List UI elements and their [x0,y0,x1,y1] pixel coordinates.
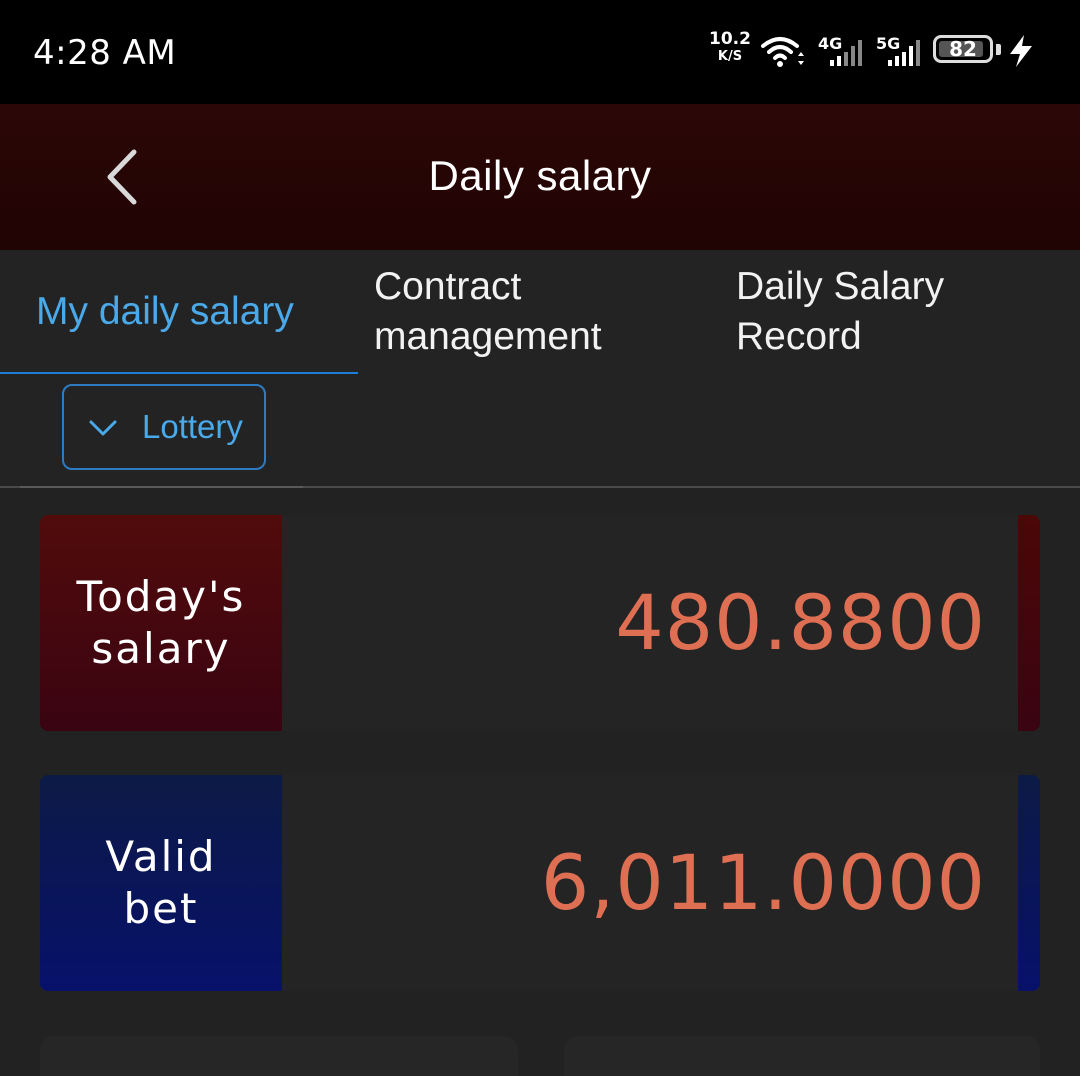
valid-bet-card: Valid bet 6,011.0000 [40,775,1040,991]
tab-label-line2: management [374,315,602,358]
chevron-down-icon [89,420,117,436]
network-speed: 10.2 K/S [708,31,752,65]
signal-4g-icon: 4G [818,34,862,66]
status-bar: 4:28 AM 10.2 K/S 4G 5G 82 [0,0,1080,104]
todays-salary-card: Today's salary 480.8800 [40,515,1040,731]
dropdown-selected-label: Lottery [142,408,243,445]
valid-bet-value: 6,011.0000 [540,838,986,927]
todays-salary-value: 480.8800 [615,578,986,667]
battery-level: 82 [949,37,977,61]
category-dropdown[interactable]: Lottery [62,384,266,470]
card-label-line1: Today's [76,572,246,621]
card-label: Valid bet [56,831,266,935]
tab-label-line2: Record [736,315,862,358]
card-label-box: Today's salary [40,515,282,731]
charging-icon [1010,35,1032,67]
tab-label: My daily salary [36,290,294,333]
signal-5g-icon: 5G [876,34,920,66]
tab-label-line1: Daily Salary [736,265,945,308]
network-speed-unit: K/S [717,49,743,64]
page-title: Daily salary [428,152,652,199]
app-header: Daily salary [0,104,1080,250]
card-label-line1: Valid [105,832,217,881]
network-speed-value: 10.2 [709,29,751,49]
signal-4g-label: 4G [818,34,842,53]
card-label: Today's salary [56,571,266,675]
filter-underline [20,486,303,488]
battery-icon: 82 [933,35,993,63]
filter-row: Lottery [0,374,1080,488]
battery-tip [996,44,1001,55]
bottom-card-right [564,1036,1040,1076]
tab-my-daily-salary[interactable]: My daily salary [0,250,358,376]
status-time: 4:28 AM [33,33,177,73]
card-label-box: Valid bet [40,775,282,991]
tab-contract-management[interactable]: Contract management [374,250,704,374]
bottom-card-left [40,1036,518,1076]
signal-5g-label: 5G [876,34,900,53]
tab-daily-salary-record[interactable]: Daily Salary Record [736,250,1066,374]
card-edge [1018,515,1040,731]
card-label-line2: salary [91,624,231,673]
card-edge [1018,775,1040,991]
card-label-line2: bet [123,884,199,933]
tab-label-line1: Contract [374,265,522,308]
wifi-icon [761,37,804,67]
tab-bar: My daily salary Contract management Dail… [0,250,1080,376]
